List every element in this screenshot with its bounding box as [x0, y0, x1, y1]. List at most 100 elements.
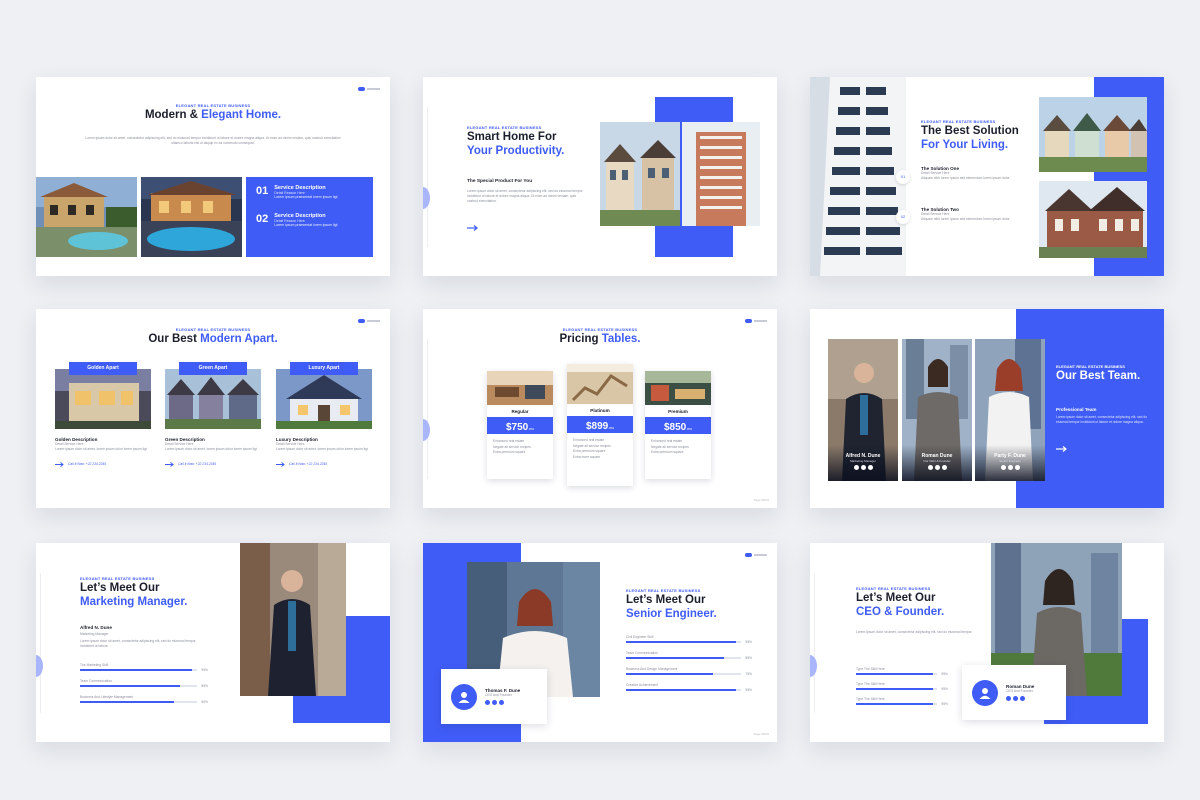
- slide-senior-engineer[interactable]: Thomas F. Dune CEO And Founder ELEGANT R…: [423, 543, 777, 742]
- plan-feature: Extra premium square: [651, 450, 684, 455]
- skill-percent: 95%: [745, 687, 752, 692]
- person-role: CEO And Founder: [1006, 689, 1033, 694]
- team-member-card[interactable]: Roman Dune Our CEO & Founder: [902, 339, 972, 481]
- service-number: 02: [256, 213, 269, 225]
- skill-row: Business And Lifestyle Management 80%: [80, 695, 208, 705]
- service-item: 01 Service Description Detail Reason Her…: [256, 185, 363, 199]
- profile-card[interactable]: Roman Dune CEO And Founder: [962, 665, 1066, 720]
- skill-bar: [856, 688, 934, 691]
- skills-list: Type The Skill Here 95% Type The Skill H…: [856, 667, 948, 707]
- arrow-right-icon: [165, 461, 174, 467]
- slide-body: Lorem ipsum dolor sit amet, consectetur …: [85, 136, 341, 145]
- skill-row: Team Communication 85%: [626, 651, 752, 661]
- apartment-cta[interactable]: Call It Now: +22 234 2345: [276, 461, 372, 467]
- slide-subhead: Professional Team: [1056, 407, 1097, 412]
- plan-name: Regular: [511, 409, 529, 414]
- price-card[interactable]: Regular $750.mo Enhanced real estate Neg…: [487, 371, 553, 479]
- skill-bar: [626, 673, 713, 676]
- price-card-featured[interactable]: Platinum $899.mo Enhanced real estate Ne…: [567, 364, 633, 486]
- skyscraper-image: [810, 77, 906, 276]
- plan-feature: Extra more square: [573, 454, 601, 459]
- slide-kicker: ELEGANT REAL ESTATE BUSINESS: [80, 576, 155, 581]
- brand-logo: [745, 318, 767, 323]
- slide-marketing-manager[interactable]: ELEGANT REAL ESTATE BUSINESS Let’s Meet …: [36, 543, 390, 742]
- skills-list: Civil Engineer Skill 95% Team Communicat…: [626, 635, 752, 693]
- plan-features: Enhanced real estate Negate all service …: [567, 433, 633, 465]
- apartment-cta[interactable]: Call It Now: +22 234 2345: [55, 461, 151, 467]
- linkedin-icon: [499, 699, 504, 705]
- skill-bar: [80, 685, 180, 688]
- skill-percent: 95%: [941, 671, 948, 676]
- apartment-cta[interactable]: Call It Now: +22 234 2345: [165, 461, 261, 467]
- skill-row: Type The Skill Here 95%: [856, 697, 948, 707]
- plan-price: $750.mo: [487, 417, 553, 434]
- apartment-tag: Luxury Apart: [290, 362, 358, 375]
- villa-image: [36, 177, 137, 257]
- slide-best-team[interactable]: Alfred N. Dune Marketing Manager Roman D…: [810, 309, 1164, 508]
- skill-bar: [626, 641, 736, 644]
- social-icons: [975, 465, 1045, 470]
- apartment-image: [55, 369, 151, 429]
- slide-title: Smart Home For Your Productivity.: [467, 131, 565, 157]
- side-circle: [810, 655, 817, 677]
- slide-title: Let’s Meet Our Marketing Manager.: [80, 582, 188, 608]
- brand-logo: [745, 552, 767, 557]
- service-number: 01: [256, 185, 269, 197]
- slide-pricing-tables[interactable]: ELEGANT REAL ESTATE BUSINESS Pricing Tab…: [423, 309, 777, 508]
- profile-card[interactable]: Thomas F. Dune CEO And Founder: [441, 669, 547, 724]
- slide-kicker: ELEGANT REAL ESTATE BUSINESS: [467, 125, 542, 130]
- step-badge-02: 02: [896, 210, 910, 224]
- solution-item: The Solution Two Detail Service Here Ali…: [921, 207, 1036, 222]
- skill-bar: [80, 701, 174, 704]
- skills-list: The Marketing Skill 95% Team Communicati…: [80, 663, 208, 705]
- slide-modern-home[interactable]: ELEGANT REAL ESTATE BUSINESS Modern & El…: [36, 77, 390, 276]
- skill-bar: [856, 673, 934, 676]
- person-role: Marketing Manager: [80, 632, 109, 636]
- arrow-right-icon[interactable]: [1056, 446, 1068, 452]
- slide-ceo-founder[interactable]: ELEGANT REAL ESTATE BUSINESS Let’s Meet …: [810, 543, 1164, 742]
- team-member-card[interactable]: Alfred N. Dune Marketing Manager: [828, 339, 898, 481]
- side-circle: [423, 419, 430, 441]
- facebook-icon: [1007, 465, 1013, 470]
- plan-name: Platinum: [590, 408, 610, 413]
- apartment-card[interactable]: Green Apart Green Description Detail Ser…: [165, 362, 261, 467]
- twitter-icon: [927, 465, 933, 470]
- linkedin-icon: [867, 465, 873, 470]
- services-panel: 01 Service Description Detail Reason Her…: [246, 177, 373, 257]
- plan-features: Enhanced real estate Negate all service …: [645, 434, 711, 461]
- plan-price: $850.mo: [645, 417, 711, 434]
- team-member-card[interactable]: Party F. Dune Senior Engineer: [975, 339, 1045, 481]
- arrow-right-icon[interactable]: [467, 225, 479, 231]
- skill-bar: [626, 657, 725, 660]
- brand-logo: [358, 86, 380, 91]
- apartment-text: Lorem ipsum dolor sit amet, lorem ipsum …: [276, 446, 368, 451]
- linkedin-icon: [941, 465, 947, 470]
- skill-percent: 95%: [941, 686, 948, 691]
- side-circle: [36, 655, 43, 677]
- step-badge-01: 01: [896, 170, 910, 184]
- apartment-tag: Golden Apart: [69, 362, 137, 375]
- facebook-icon: [934, 465, 940, 470]
- price-card[interactable]: Premium $850.mo Enhanced real estate Neg…: [645, 371, 711, 479]
- slide-title: Let’s Meet Our CEO & Founder.: [856, 592, 945, 618]
- slide-kicker: ELEGANT REAL ESTATE BUSINESS: [921, 119, 996, 124]
- slide-modern-apart[interactable]: ELEGANT REAL ESTATE BUSINESS Our Best Mo…: [36, 309, 390, 508]
- plan-name: Premium: [668, 409, 688, 414]
- row-houses-image: [1039, 97, 1147, 172]
- person-bio: Lorem ipsum dolor sit amet, consectetur …: [856, 630, 973, 634]
- apartment-card[interactable]: Golden Apart Golden Description Detail S…: [55, 362, 151, 467]
- service-item: 02 Service Description Detail Reason Her…: [256, 213, 363, 227]
- skill-row: The Marketing Skill 95%: [80, 663, 208, 673]
- slide-best-solution[interactable]: 01 02 ELEGANT REAL ESTATE BUSINESS The B…: [810, 77, 1164, 276]
- skill-percent: 75%: [745, 671, 752, 676]
- page-number: Page 08/10: [753, 732, 769, 736]
- skill-row: Type The Skill Here 95%: [856, 682, 948, 692]
- victorian-house-image: [1039, 181, 1147, 258]
- user-avatar-icon: [451, 683, 477, 710]
- apartment-tag: Green Apart: [179, 362, 247, 375]
- side-rail: [814, 573, 815, 713]
- skill-row: Civil Engineer Skill 95%: [626, 635, 752, 645]
- apartment-card[interactable]: Luxury Apart Luxury Description Detail S…: [276, 362, 372, 467]
- solution-text: Aliquam nibh lorem ipsum sed elementum l…: [921, 175, 1010, 180]
- slide-smart-home[interactable]: ELEGANT REAL ESTATE BUSINESS Smart Home …: [423, 77, 777, 276]
